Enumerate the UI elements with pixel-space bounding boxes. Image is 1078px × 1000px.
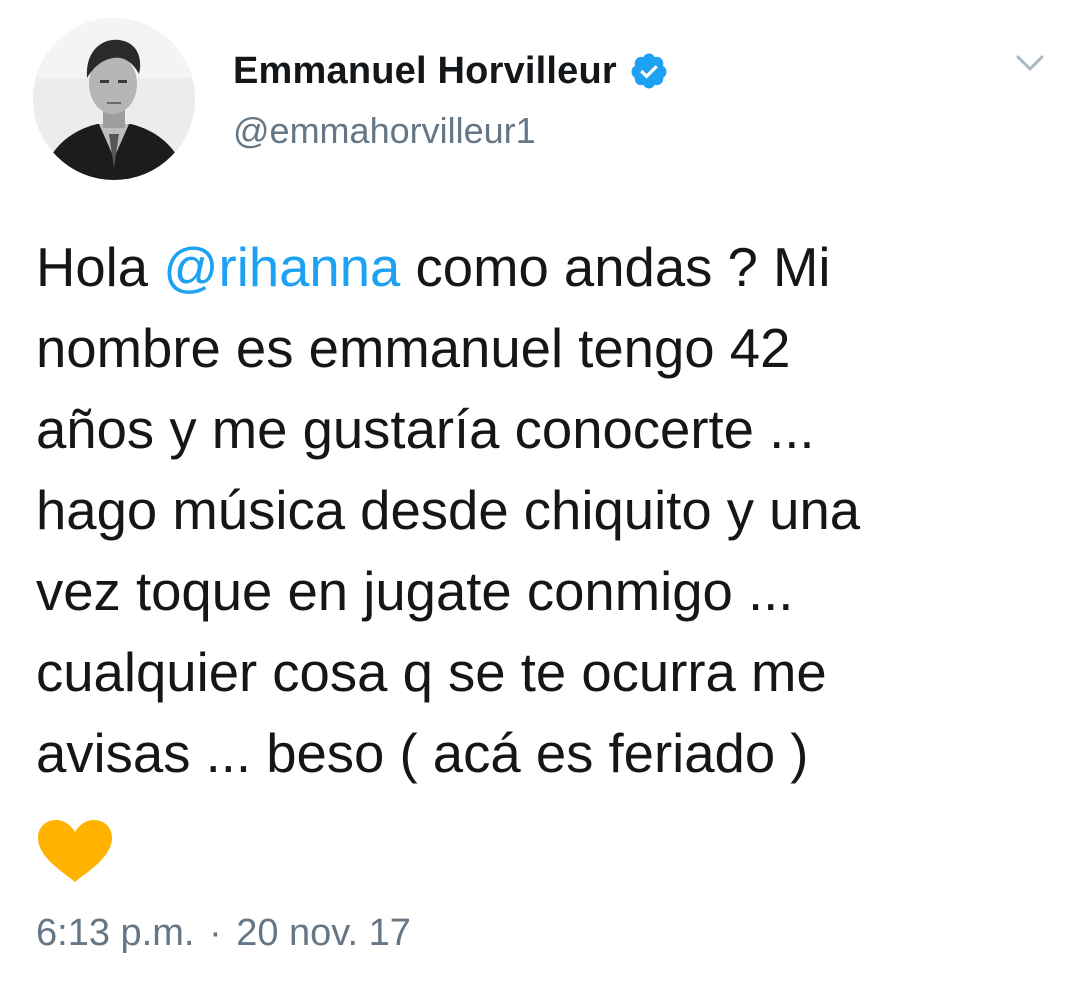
tweet-line: hago música desde chiquito y una (36, 480, 861, 541)
tweet-line: años y me gustaría conocerte ... (36, 399, 815, 460)
tweet-date: 20 nov. 17 (236, 912, 411, 954)
chevron-down-icon (1016, 55, 1044, 71)
user-avatar-icon (33, 18, 195, 180)
tweet-timestamp[interactable]: 6:13 p.m. · 20 nov. 17 (36, 912, 411, 955)
tweet-line: nombre es emmanuel tengo 42 (36, 318, 791, 379)
tweet-line: vez toque en jugate conmigo ... (36, 561, 794, 622)
tweet-card: Emmanuel Horvilleur @emmahorvilleur1 Hol… (0, 0, 1078, 1000)
tweet-menu-button[interactable] (1010, 48, 1050, 78)
timestamp-separator: · (208, 912, 222, 954)
author-display-name[interactable]: Emmanuel Horvilleur (233, 50, 617, 93)
mention-link[interactable]: @rihanna (163, 237, 400, 298)
tweet-line-text: como andas ? Mi (400, 237, 831, 298)
yellow-heart-icon (36, 818, 114, 884)
author-name-row: Emmanuel Horvilleur (233, 46, 669, 96)
tweet-time: 6:13 p.m. (36, 912, 195, 954)
tweet-line: Hola @rihanna como andas ? Mi (36, 227, 1046, 308)
tweet-line: cualquier cosa q se te ocurra me (36, 642, 827, 703)
tweet-text: Hola @rihanna como andas ? Mi nombre es … (36, 227, 1046, 794)
tweet-line-text: Hola (36, 237, 164, 298)
author-handle[interactable]: @emmahorvilleur1 (233, 110, 536, 152)
avatar[interactable] (33, 18, 195, 180)
verified-badge-icon (629, 51, 669, 91)
tweet-line: avisas ... beso ( acá es feriado ) (36, 723, 809, 784)
